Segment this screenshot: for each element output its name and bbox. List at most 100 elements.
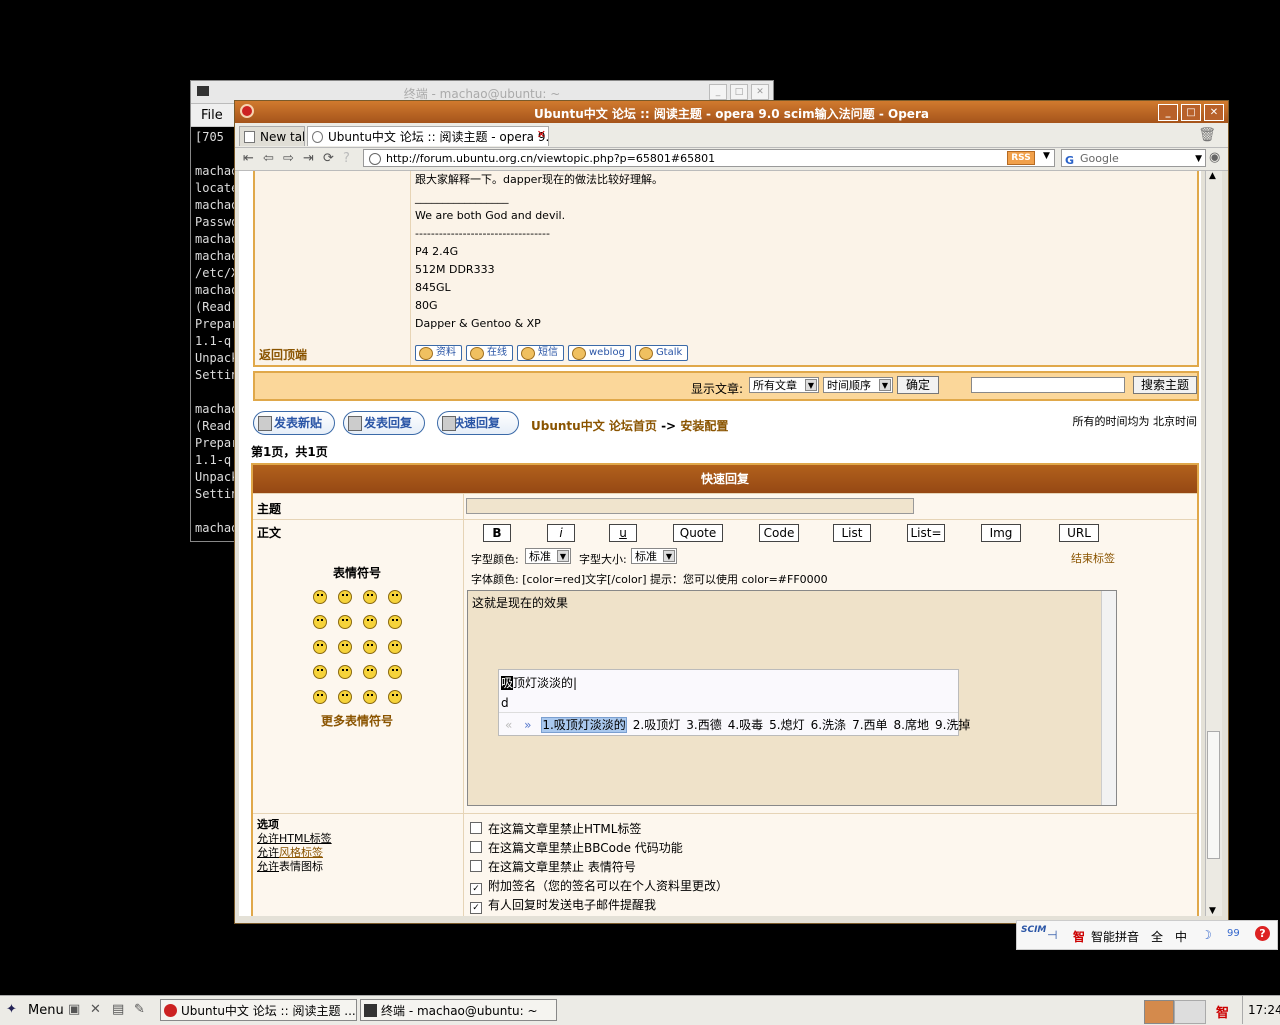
search-topic-button[interactable]: 搜索主题 — [1133, 376, 1197, 394]
bold-button[interactable]: B — [483, 524, 511, 542]
smiley-icon[interactable] — [313, 640, 327, 654]
image-button[interactable]: Img — [981, 524, 1021, 542]
option-checkbox[interactable]: ✓ — [470, 883, 482, 895]
minimize-button[interactable]: _ — [1158, 104, 1178, 121]
search-topic-input[interactable] — [971, 377, 1125, 393]
task-terminal[interactable]: 终端 - machao@ubuntu: ~ — [360, 999, 557, 1021]
url-button[interactable]: URL — [1059, 524, 1099, 542]
smiley-icon[interactable] — [313, 690, 327, 704]
gtalk-button[interactable]: Gtalk — [634, 345, 689, 361]
pin-icon[interactable]: ⊣ — [1047, 928, 1057, 942]
tab-forum[interactable]: Ubuntu中文 论坛 :: 阅读主题 - opera 9.0... ✕ — [307, 126, 549, 146]
allow-html-link[interactable]: 允许HTML标签 — [257, 832, 332, 845]
smiley-icon[interactable] — [313, 665, 327, 679]
more-smilies-link[interactable]: 更多表情符号 — [321, 712, 393, 729]
chevron-down-icon[interactable]: ▼ — [1195, 150, 1202, 168]
rewind-icon[interactable]: ⇤ — [243, 151, 254, 166]
confirm-button[interactable]: 确定 — [897, 376, 939, 394]
smiley-icon[interactable] — [388, 690, 402, 704]
clock[interactable]: 17:24 — [1248, 1003, 1280, 1017]
url-input[interactable]: http://forum.ubuntu.org.cn/viewtopic.php… — [363, 149, 1055, 167]
trash-icon[interactable]: 🗑 — [1198, 127, 1216, 143]
fast-forward-icon[interactable]: ⇥ — [303, 151, 314, 166]
show-posts-select[interactable]: 所有文章 ▼ — [749, 377, 819, 393]
ime-candidate[interactable]: 6.洗涤 — [811, 718, 846, 732]
prev-page-icon[interactable]: « — [505, 718, 512, 732]
close-tags-link[interactable]: 结束标签 — [1071, 550, 1115, 566]
chinese-toggle[interactable]: 中 — [1175, 928, 1187, 945]
ime-candidate[interactable]: 4.吸毒 — [728, 718, 763, 732]
terminal-output[interactable]: [705 machao locate machao Passwo machao machao… — [191, 127, 235, 541]
smiley-icon[interactable] — [363, 640, 377, 654]
ime-candidate[interactable]: 7.西单 — [852, 718, 887, 732]
new-topic-button[interactable]: 发表新贴 — [253, 411, 335, 435]
terminal-launcher-icon[interactable]: ▤ — [112, 1002, 124, 1017]
ime-candidate[interactable]: 5.熄灯 — [769, 718, 804, 732]
smiley-icon[interactable] — [388, 640, 402, 654]
post-reply-button[interactable]: 发表回复 — [343, 411, 425, 435]
option-checkbox[interactable] — [470, 841, 482, 853]
font-size-select[interactable]: 标准 ▼ — [631, 548, 677, 564]
maximize-button[interactable]: □ — [1181, 104, 1201, 121]
smiley-icon[interactable] — [338, 690, 352, 704]
list-button[interactable]: List — [833, 524, 871, 542]
tab-new[interactable]: New tab — [239, 126, 305, 146]
help-icon[interactable]: ? — [1255, 926, 1270, 941]
breadcrumb-home[interactable]: Ubuntu中文 论坛首页 — [531, 419, 657, 433]
scroll-thumb[interactable] — [1207, 731, 1220, 859]
opera-titlebar[interactable]: Ubuntu中文 论坛 :: 阅读主题 - opera 9.0 scim输入法问… — [235, 101, 1228, 123]
weblog-button[interactable]: weblog — [568, 345, 631, 361]
code-button[interactable]: Code — [759, 524, 799, 542]
smiley-icon[interactable] — [388, 665, 402, 679]
ordered-list-button[interactable]: List= — [907, 524, 945, 542]
smiley-icon[interactable] — [388, 590, 402, 604]
close-button[interactable]: ✕ — [1204, 104, 1224, 121]
punctuation-icon[interactable]: 99 — [1227, 928, 1240, 939]
breadcrumb-forum[interactable]: 安装配置 — [680, 419, 728, 433]
ime-candidate[interactable]: 3.西德 — [686, 718, 721, 732]
smiley-icon[interactable] — [388, 615, 402, 629]
back-icon[interactable]: ⇦ — [263, 151, 274, 166]
order-select[interactable]: 时间顺序 ▼ — [823, 377, 893, 393]
smiley-icon[interactable] — [363, 615, 377, 629]
option-checkbox[interactable]: ✓ — [470, 902, 482, 914]
editor-icon[interactable]: ✎ — [134, 1002, 145, 1017]
smiley-icon[interactable] — [313, 590, 327, 604]
pm-button[interactable]: 短信 — [517, 345, 564, 361]
chevron-down-icon[interactable]: ▼ — [1043, 151, 1050, 161]
quick-reply-button[interactable]: 快速回复 — [437, 411, 519, 435]
info-icon[interactable]: ? — [343, 151, 350, 166]
bbcode-link[interactable]: 风格标签 — [279, 846, 323, 859]
message-textarea[interactable]: 这就是现在的效果 吸顶灯淡淡的| d « » 1.吸顶灯淡淡的 2.吸顶灯 3.西德… — [467, 590, 1117, 806]
font-color-select[interactable]: 标准 ▼ — [525, 548, 571, 564]
ime-candidate[interactable]: 9.洗掉 — [935, 718, 970, 732]
back-to-top-link[interactable]: 返回顶端 — [259, 346, 307, 363]
close-button[interactable]: ✕ — [751, 84, 769, 100]
online-button[interactable]: 在线 — [466, 345, 513, 361]
smiley-icon[interactable] — [363, 690, 377, 704]
textarea-scrollbar[interactable] — [1101, 591, 1116, 805]
smiley-icon[interactable] — [338, 615, 352, 629]
scroll-down-icon[interactable]: ▼ — [1209, 906, 1216, 916]
profile-button[interactable]: 资料 — [415, 345, 462, 361]
file-manager-icon[interactable]: ▣ — [68, 1002, 80, 1017]
option-checkbox[interactable] — [470, 860, 482, 872]
page-scrollbar[interactable]: ▲ ▼ — [1205, 171, 1222, 916]
scroll-up-icon[interactable]: ▲ — [1209, 171, 1216, 181]
option-checkbox[interactable] — [470, 822, 482, 834]
smiley-icon[interactable] — [338, 590, 352, 604]
menu-button[interactable]: Menu — [28, 1003, 64, 1018]
underline-button[interactable]: u — [609, 524, 637, 542]
close-tab-icon[interactable]: ✕ — [537, 127, 546, 145]
input-mode[interactable]: 智能拼音 — [1091, 928, 1139, 945]
smiley-icon[interactable] — [338, 665, 352, 679]
eye-icon[interactable]: ◉ — [1209, 150, 1220, 165]
full-width-toggle[interactable]: 全 — [1151, 928, 1163, 945]
opera-window[interactable]: Ubuntu中文 论坛 :: 阅读主题 - opera 9.0 scim输入法问… — [234, 100, 1229, 924]
smiley-icon[interactable] — [363, 590, 377, 604]
next-page-icon[interactable]: » — [524, 718, 531, 732]
rss-icon[interactable]: RSS — [1007, 151, 1035, 165]
moon-icon[interactable]: ☽ — [1201, 928, 1212, 942]
quote-button[interactable]: Quote — [673, 524, 723, 542]
italic-button[interactable]: i — [547, 524, 575, 542]
